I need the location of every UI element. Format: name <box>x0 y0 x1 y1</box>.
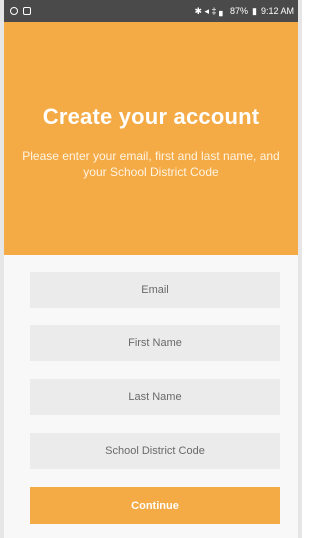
connectivity-icons: ✱ ◂ ‡ ▖ <box>194 5 227 16</box>
clock: 9:12 AM <box>260 5 294 16</box>
page-subtitle: Please enter your email, first and last … <box>22 149 280 179</box>
school-district-code-field[interactable] <box>30 433 280 469</box>
header-banner: Create your account Please enter your em… <box>4 22 298 255</box>
signup-form: Continue <box>4 255 298 538</box>
email-field[interactable] <box>30 272 280 308</box>
status-bar: ✱ ◂ ‡ ▖ 87% ▮ 9:12 AM <box>4 0 298 22</box>
page-title: Create your account <box>42 104 260 129</box>
right-edge <box>298 0 302 538</box>
first-name-field[interactable] <box>30 325 280 361</box>
continue-button[interactable]: Continue <box>30 487 280 524</box>
system-indicators: ✱ ◂ ‡ ▖ 87% ▮ 9:12 AM <box>194 5 295 16</box>
image-notification-icon <box>23 7 31 15</box>
app-screen: ✱ ◂ ‡ ▖ 87% ▮ 9:12 AM Create your accoun… <box>0 0 302 538</box>
battery-icon: ▮ <box>252 5 257 16</box>
notification-icons <box>10 7 31 15</box>
notification-icon <box>10 7 18 15</box>
battery-level: 87% <box>230 5 249 16</box>
last-name-field[interactable] <box>30 379 280 415</box>
